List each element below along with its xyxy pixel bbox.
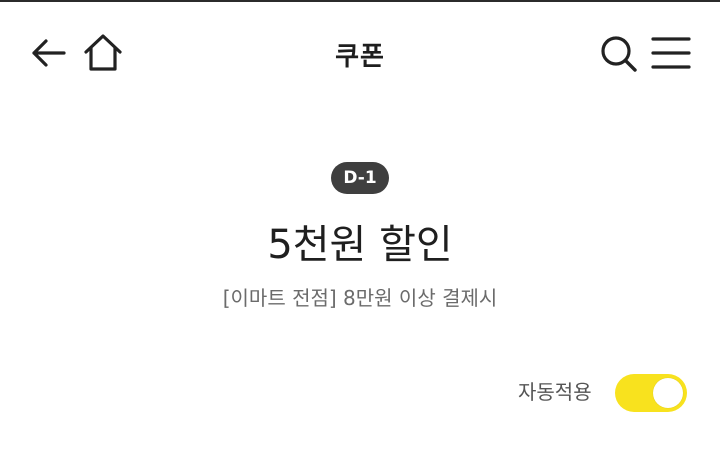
app-header: 쿠폰 bbox=[0, 2, 720, 100]
search-icon[interactable] bbox=[598, 33, 638, 73]
coupon-description: [이마트 전점] 8만원 이상 결제시 bbox=[222, 286, 498, 310]
coupon-title: 5천원 할인 bbox=[267, 222, 453, 268]
auto-apply-label: 자동적용 bbox=[518, 380, 592, 404]
hamburger-menu-icon[interactable] bbox=[650, 33, 692, 73]
auto-apply-toggle[interactable] bbox=[615, 374, 687, 412]
d-day-badge: D-1 bbox=[331, 162, 389, 194]
toggle-knob bbox=[653, 378, 683, 408]
